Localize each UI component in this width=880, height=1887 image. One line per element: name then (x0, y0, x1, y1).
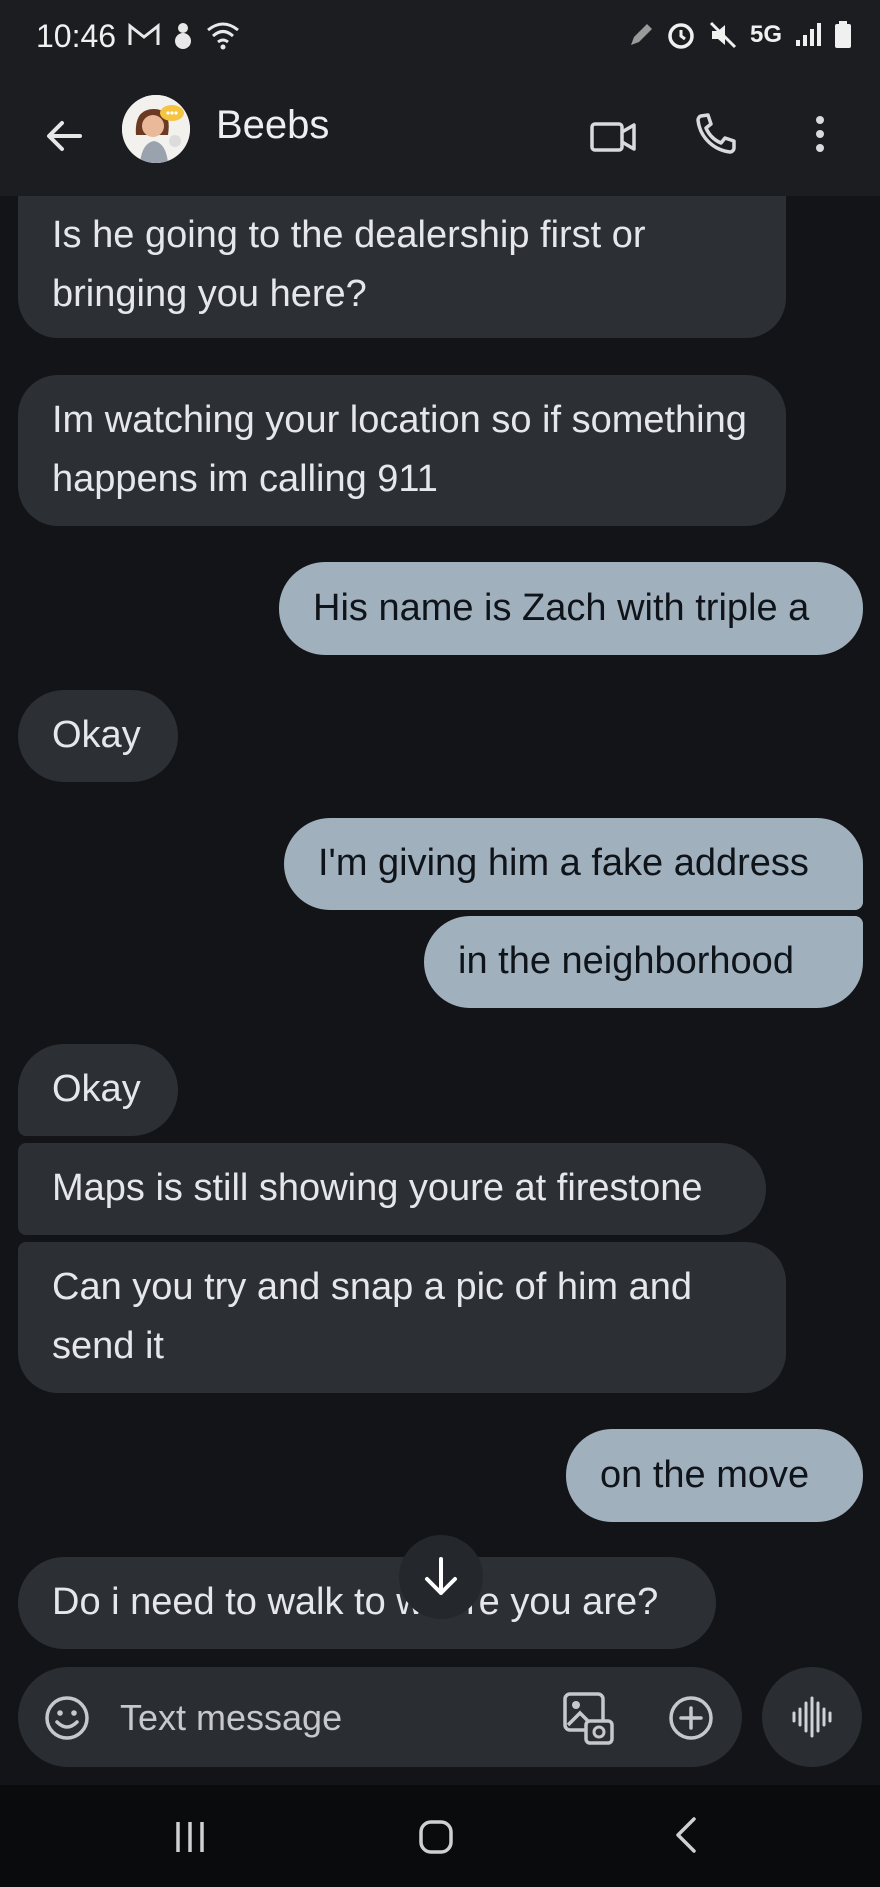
signal-icon (796, 23, 821, 46)
snowman-icon (175, 23, 191, 49)
add-attachment-icon[interactable] (668, 1695, 714, 1741)
message-incoming[interactable]: Im watching your location so if somethin… (18, 375, 786, 526)
system-navigation-bar (0, 1785, 880, 1887)
scroll-to-bottom-button[interactable] (399, 1535, 483, 1619)
voice-message-button[interactable] (762, 1667, 862, 1767)
network-type: 5G (749, 21, 782, 48)
message-incoming[interactable]: Can you try and snap a pic of him and se… (18, 1242, 786, 1393)
message-outgoing[interactable]: in the neighborhood (424, 916, 863, 1008)
message-incoming[interactable]: Do i need to walk to where you are? (18, 1557, 716, 1649)
compose-bar: Text message (18, 1667, 742, 1767)
battery-icon (835, 21, 851, 48)
message-outgoing[interactable]: His name is Zach with triple a (279, 562, 863, 655)
back-arrow-icon[interactable] (36, 108, 92, 164)
gmail-icon (128, 23, 160, 45)
status-time: 10:46 (36, 18, 117, 54)
message-outgoing[interactable]: I'm giving him a fake address (284, 818, 863, 910)
avatar-image-icon (122, 95, 190, 163)
contact-name[interactable]: Beebs (216, 103, 329, 148)
message-incoming[interactable]: Okay (18, 690, 178, 782)
audio-waveform-icon (792, 1696, 832, 1738)
video-call-icon[interactable] (590, 108, 636, 164)
emoji-icon[interactable] (44, 1695, 90, 1741)
more-options-icon[interactable] (808, 106, 832, 162)
alarm-icon (668, 23, 694, 49)
message-incoming[interactable]: Okay (18, 1044, 178, 1136)
edit-icon (630, 24, 652, 45)
conversation-app-bar: Beebs (0, 78, 880, 196)
mute-icon (709, 21, 737, 49)
wifi-icon (207, 22, 239, 50)
recent-apps-icon[interactable] (172, 1819, 208, 1855)
phone-call-icon[interactable] (694, 104, 740, 160)
status-bar: 10:46 5G (0, 0, 880, 78)
nav-back-icon[interactable] (670, 1815, 700, 1855)
contact-avatar[interactable] (122, 95, 190, 163)
gallery-icon[interactable] (562, 1691, 614, 1745)
message-incoming[interactable]: Maps is still showing youre at firestone (18, 1143, 766, 1235)
message-outgoing[interactable]: on the move (566, 1429, 863, 1522)
text-message-input[interactable]: Text message (120, 1697, 342, 1739)
message-incoming[interactable]: Is he going to the dealership first or b… (18, 196, 786, 338)
arrow-down-icon (425, 1557, 457, 1595)
home-icon[interactable] (418, 1819, 454, 1855)
